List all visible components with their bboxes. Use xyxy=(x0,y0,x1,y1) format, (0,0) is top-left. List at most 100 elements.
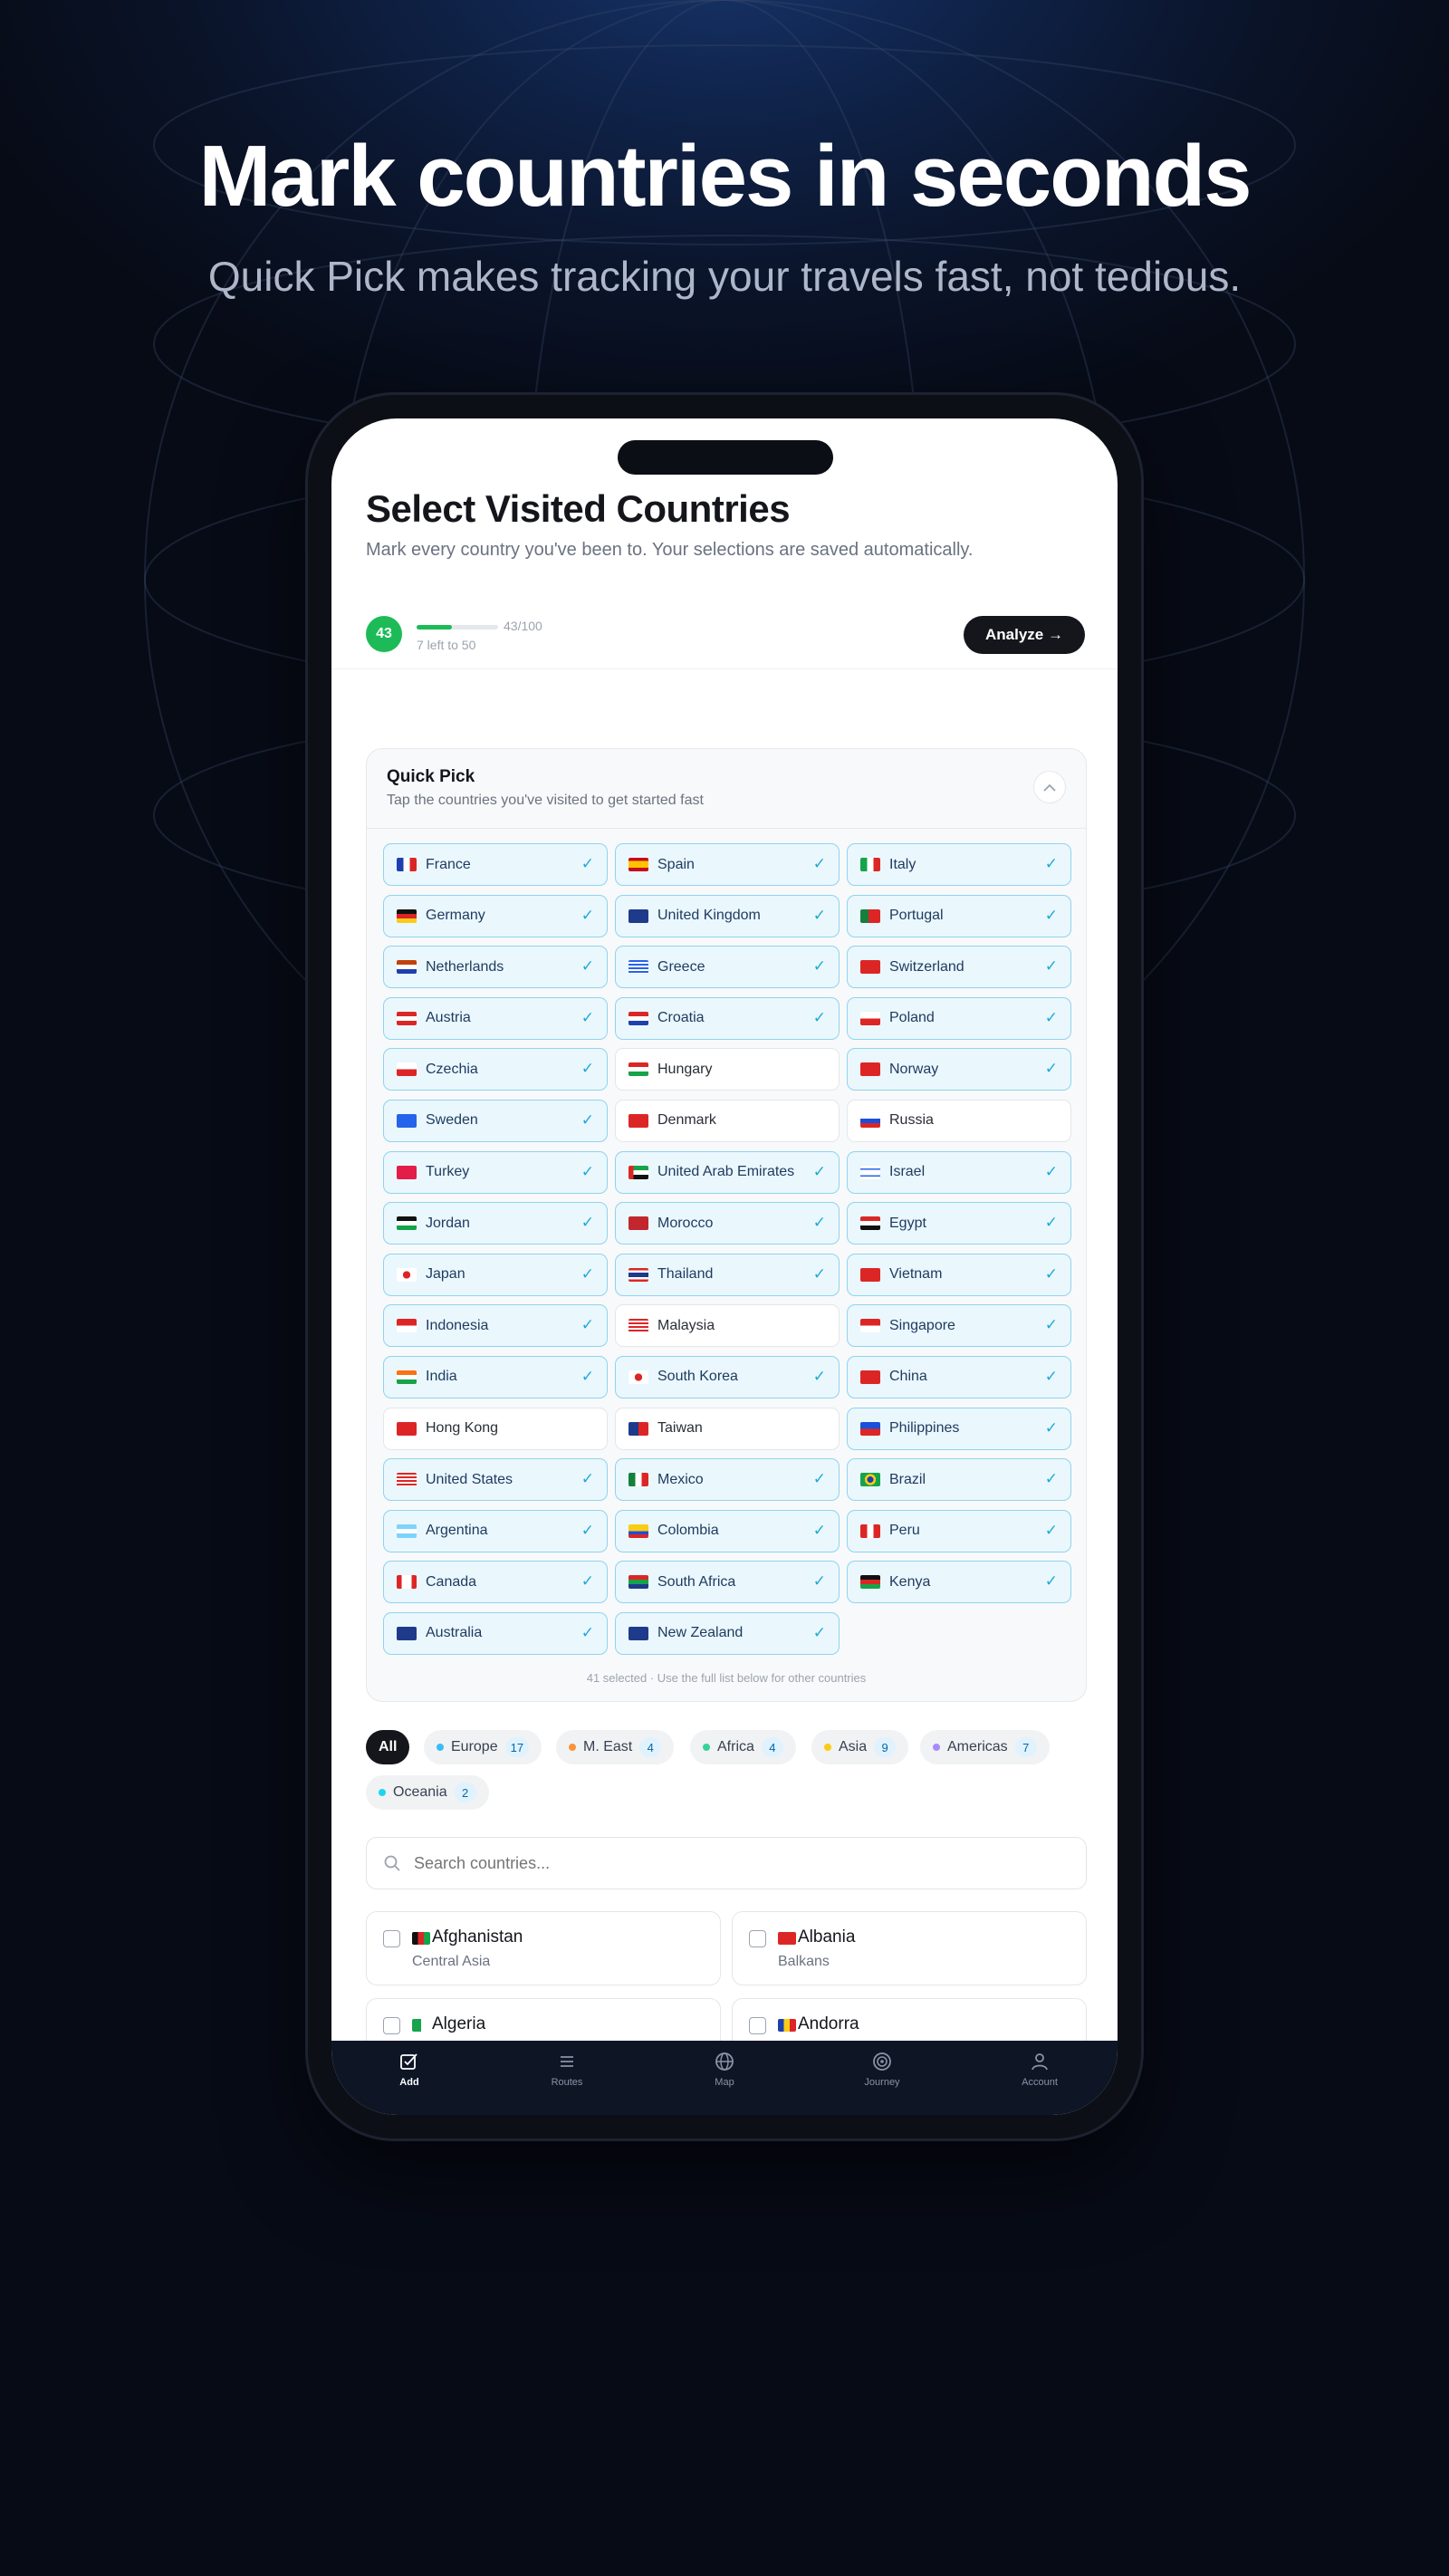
quick-pick-chip-japan[interactable]: Japan ✓ xyxy=(383,1253,608,1296)
tab-journey[interactable]: Journey xyxy=(828,2050,936,2088)
quick-pick-chip-canada[interactable]: Canada ✓ xyxy=(383,1561,608,1604)
filter-pill-all[interactable]: All xyxy=(366,1730,410,1764)
quick-pick-chip-hungary[interactable]: Hungary xyxy=(615,1048,840,1091)
quick-pick-chip-thailand[interactable]: Thailand ✓ xyxy=(615,1253,840,1296)
quick-pick-chip-south-korea[interactable]: South Korea ✓ xyxy=(615,1355,840,1399)
country-card-afghanistan[interactable]: Afghanistan Central Asia xyxy=(366,1911,721,1985)
checkmark-icon: ✓ xyxy=(812,1521,826,1539)
quick-pick-chip-portugal[interactable]: Portugal ✓ xyxy=(847,894,1071,937)
quick-pick-chip-australia[interactable]: Australia ✓ xyxy=(383,1611,608,1655)
flag-icon xyxy=(629,1011,648,1025)
quick-pick-chip-jordan[interactable]: Jordan ✓ xyxy=(383,1202,608,1245)
checkbox[interactable] xyxy=(383,1930,400,1947)
flag-icon xyxy=(629,1319,648,1333)
checkmark-icon: ✓ xyxy=(581,1316,594,1334)
quick-pick-chip-turkey[interactable]: Turkey ✓ xyxy=(383,1150,608,1194)
flag-icon xyxy=(860,1062,880,1077)
quick-pick-chip-greece[interactable]: Greece ✓ xyxy=(615,946,840,989)
tab-account[interactable]: Account xyxy=(985,2050,1094,2088)
filter-pill-asia[interactable]: Asia 9 xyxy=(811,1730,909,1764)
quick-pick-chip-brazil[interactable]: Brazil ✓ xyxy=(847,1458,1071,1502)
flag-icon xyxy=(412,2019,430,2032)
quick-pick-chip-united-arab-emirates[interactable]: United Arab Emirates ✓ xyxy=(615,1150,840,1194)
quick-pick-chip-colombia[interactable]: Colombia ✓ xyxy=(615,1509,840,1552)
flag-icon xyxy=(860,1011,880,1025)
quick-pick-chip-austria[interactable]: Austria ✓ xyxy=(383,996,608,1040)
quick-pick-chip-china[interactable]: China ✓ xyxy=(847,1355,1071,1399)
quick-pick-chip-italy[interactable]: Italy ✓ xyxy=(847,843,1071,886)
chevron-up-icon[interactable] xyxy=(1033,771,1066,803)
flag-icon xyxy=(629,1370,648,1384)
quick-pick-chip-norway[interactable]: Norway ✓ xyxy=(847,1048,1071,1091)
chip-label: India xyxy=(426,1369,457,1385)
analyze-button[interactable]: Analyze → xyxy=(964,616,1085,654)
quick-pick-chip-france[interactable]: France ✓ xyxy=(383,843,608,886)
quick-pick-chip-germany[interactable]: Germany ✓ xyxy=(383,894,608,937)
filter-pill-africa[interactable]: Africa 4 xyxy=(690,1730,796,1764)
chip-label: Peru xyxy=(889,1523,920,1539)
quick-pick-chip-philippines[interactable]: Philippines ✓ xyxy=(847,1407,1071,1450)
chip-label: Hungary xyxy=(657,1061,713,1077)
flag-icon xyxy=(397,908,417,923)
chip-label: Switzerland xyxy=(889,958,964,975)
quick-pick-chip-croatia[interactable]: Croatia ✓ xyxy=(615,996,840,1040)
flag-icon xyxy=(860,1267,880,1282)
tab-label: Add xyxy=(399,2077,419,2088)
quick-pick-chip-poland[interactable]: Poland ✓ xyxy=(847,996,1071,1040)
quick-pick-chip-denmark[interactable]: Denmark xyxy=(615,1099,840,1142)
country-card-albania[interactable]: Albania Balkans xyxy=(732,1911,1087,1985)
quick-pick-chip-morocco[interactable]: Morocco ✓ xyxy=(615,1202,840,1245)
quick-pick-chip-switzerland[interactable]: Switzerland ✓ xyxy=(847,946,1071,989)
checkbox[interactable] xyxy=(749,1930,766,1947)
checkmark-icon: ✓ xyxy=(581,855,594,872)
checkbox[interactable] xyxy=(383,2017,400,2034)
chip-label: Norway xyxy=(889,1061,939,1077)
filter-pill-m-east[interactable]: M. East 4 xyxy=(556,1730,675,1764)
quick-pick-chip-netherlands[interactable]: Netherlands ✓ xyxy=(383,946,608,989)
checkbox[interactable] xyxy=(749,2017,766,2034)
chip-label: Malaysia xyxy=(657,1317,715,1333)
chip-label: Netherlands xyxy=(426,958,504,975)
filter-count-badge: 2 xyxy=(454,1783,476,1802)
quick-pick-chip-czechia[interactable]: Czechia ✓ xyxy=(383,1048,608,1091)
search-input[interactable] xyxy=(414,1853,1048,1873)
quick-pick-chip-israel[interactable]: Israel ✓ xyxy=(847,1150,1071,1194)
checkmark-icon: ✓ xyxy=(1044,1162,1058,1180)
tab-map[interactable]: Map xyxy=(670,2050,779,2088)
search-bar[interactable] xyxy=(366,1837,1087,1889)
quick-pick-chip-egypt[interactable]: Egypt ✓ xyxy=(847,1202,1071,1245)
quick-pick-chip-vietnam[interactable]: Vietnam ✓ xyxy=(847,1253,1071,1296)
filter-label: All xyxy=(379,1739,398,1754)
filter-pill-europe[interactable]: Europe 17 xyxy=(424,1730,542,1764)
checkmark-icon: ✓ xyxy=(1044,1572,1058,1591)
checkmark-icon: ✓ xyxy=(581,957,594,976)
quick-pick-chip-hong-kong[interactable]: Hong Kong xyxy=(383,1407,608,1450)
quick-pick-chip-argentina[interactable]: Argentina ✓ xyxy=(383,1509,608,1552)
quick-pick-chip-spain[interactable]: Spain ✓ xyxy=(615,843,840,886)
quick-pick-chip-south-africa[interactable]: South Africa ✓ xyxy=(615,1561,840,1604)
quick-pick-header[interactable]: Quick Pick Tap the countries you've visi… xyxy=(367,749,1086,829)
tab-add[interactable]: Add xyxy=(355,2050,464,2088)
quick-pick-chip-russia[interactable]: Russia xyxy=(847,1099,1071,1142)
chip-label: Japan xyxy=(426,1266,465,1283)
quick-pick-chip-malaysia[interactable]: Malaysia xyxy=(615,1304,840,1348)
quick-pick-chip-india[interactable]: India ✓ xyxy=(383,1355,608,1399)
quick-pick-chip-mexico[interactable]: Mexico ✓ xyxy=(615,1458,840,1502)
tab-routes[interactable]: Routes xyxy=(513,2050,621,2088)
quick-pick-chip-sweden[interactable]: Sweden ✓ xyxy=(383,1099,608,1142)
chip-label: Egypt xyxy=(889,1215,926,1231)
flag-icon xyxy=(629,1421,648,1436)
quick-pick-chip-indonesia[interactable]: Indonesia ✓ xyxy=(383,1304,608,1348)
quick-pick-chip-new-zealand[interactable]: New Zealand ✓ xyxy=(615,1611,840,1655)
quick-pick-chip-taiwan[interactable]: Taiwan xyxy=(615,1407,840,1450)
quick-pick-chip-united-states[interactable]: United States ✓ xyxy=(383,1458,608,1502)
quick-pick-chip-singapore[interactable]: Singapore ✓ xyxy=(847,1304,1071,1348)
region-dot-icon xyxy=(379,1789,386,1796)
quick-pick-chip-united-kingdom[interactable]: United Kingdom ✓ xyxy=(615,894,840,937)
quick-pick-chip-kenya[interactable]: Kenya ✓ xyxy=(847,1561,1071,1604)
quick-pick-chip-peru[interactable]: Peru ✓ xyxy=(847,1509,1071,1552)
filter-pill-americas[interactable]: Americas 7 xyxy=(920,1730,1050,1764)
flag-icon xyxy=(860,908,880,923)
chip-label: Czechia xyxy=(426,1061,478,1077)
filter-pill-oceania[interactable]: Oceania 2 xyxy=(366,1775,489,1810)
